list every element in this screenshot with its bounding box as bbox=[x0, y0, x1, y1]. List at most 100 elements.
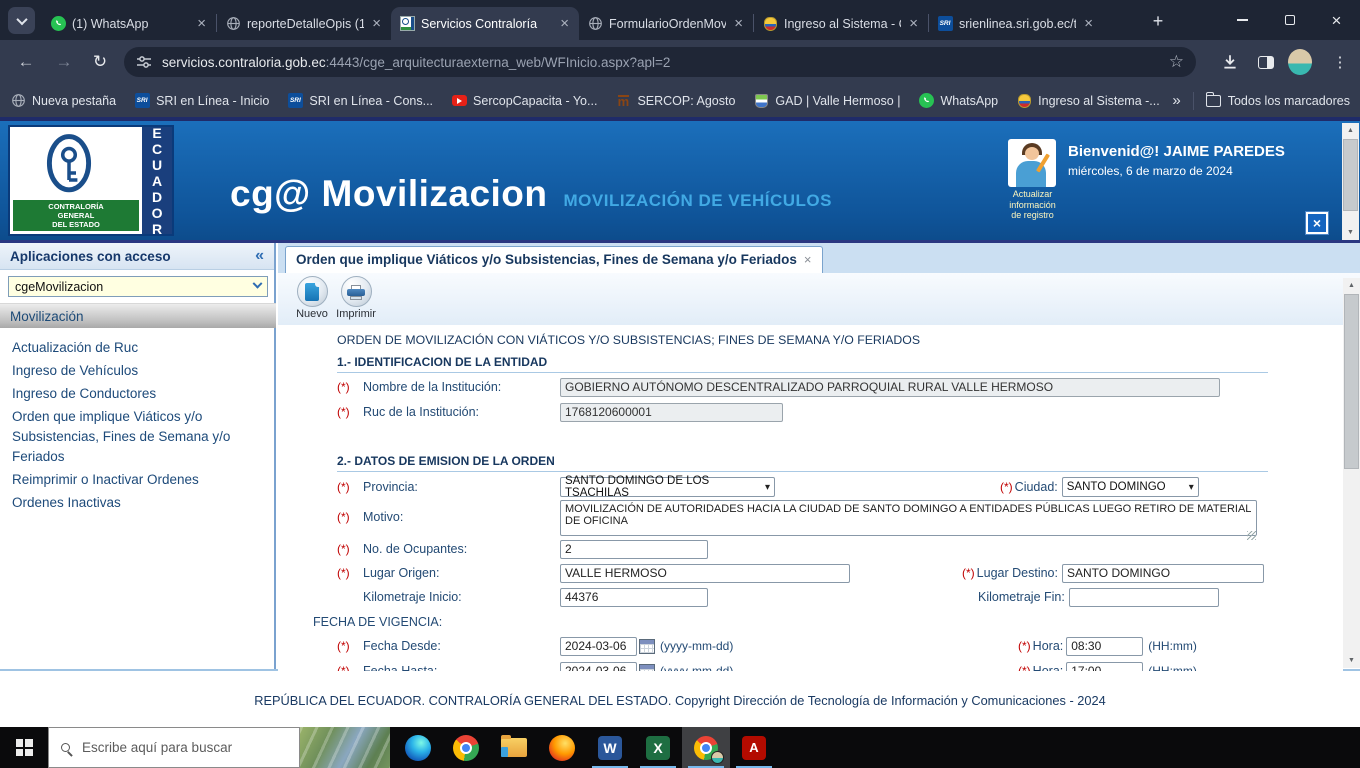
field-row-lugar-origen: (*) Lugar Origen: (*) Lugar Destino: bbox=[337, 563, 1323, 583]
scrollbar-thumb[interactable] bbox=[1344, 294, 1359, 469]
header-close-button[interactable]: × bbox=[1305, 211, 1329, 235]
lugar-destino-input[interactable] bbox=[1061, 563, 1264, 583]
hora-desde-input[interactable] bbox=[1066, 636, 1144, 656]
update-registration-avatar[interactable] bbox=[1008, 139, 1056, 187]
tab-search-button[interactable] bbox=[8, 7, 35, 34]
taskbar-acrobat[interactable]: A bbox=[730, 727, 778, 768]
sidebar-item-ingreso-vehiculos[interactable]: Ingreso de Vehículos bbox=[0, 361, 276, 381]
globe-icon bbox=[226, 17, 240, 30]
url-text: servicios.contraloria.gob.ec:4443/cge_ar… bbox=[162, 54, 671, 70]
scroll-down-arrow[interactable]: ▼ bbox=[1343, 653, 1360, 668]
window-close-button[interactable]: × bbox=[1313, 0, 1360, 40]
taskbar-search[interactable] bbox=[48, 727, 300, 768]
scrollbar-thumb[interactable] bbox=[1343, 139, 1358, 211]
required-marker: (*) bbox=[337, 542, 350, 556]
sidebar-collapse-button[interactable]: « bbox=[255, 247, 264, 265]
bookmark-ingreso-sistema[interactable]: Ingreso al Sistema -... bbox=[1016, 93, 1160, 109]
taskbar-word[interactable]: W bbox=[586, 727, 634, 768]
ecuador-coat-of-arms-favicon bbox=[1017, 93, 1031, 108]
sercop-icon: m bbox=[617, 93, 630, 109]
sidebar-item-ordenes-inactivas[interactable]: Ordenes Inactivas bbox=[0, 493, 276, 513]
bookmark-star-icon[interactable]: ☆ bbox=[1169, 52, 1184, 72]
print-button[interactable]: Imprimir bbox=[334, 276, 378, 325]
forward-button[interactable]: → bbox=[52, 50, 76, 74]
header-scrollbar[interactable]: ▲ ▼ bbox=[1342, 123, 1359, 240]
lugar-origen-input[interactable] bbox=[560, 563, 850, 583]
whatsapp-favicon bbox=[50, 16, 66, 31]
provincia-select[interactable]: SANTO DOMINGO DE LOS TSACHILAS ▾ bbox=[560, 475, 775, 499]
new-button[interactable]: Nuevo bbox=[290, 276, 334, 325]
window-minimize-button[interactable] bbox=[1219, 0, 1266, 40]
all-bookmarks-button[interactable]: Todos los marcadores bbox=[1206, 91, 1350, 109]
field-row-vigencia-label: FECHA DE VIGENCIA: bbox=[313, 612, 1323, 632]
kilometraje-fin-input[interactable] bbox=[1068, 587, 1219, 607]
browser-tab-sri[interactable]: SRI srienlinea.sri.gob.ec/t × bbox=[929, 7, 1103, 40]
browser-tab-ingreso-sistema[interactable]: Ingreso al Sistema - C × bbox=[754, 7, 928, 40]
scroll-down-arrow[interactable]: ▼ bbox=[1342, 225, 1359, 240]
kilometraje-inicio-input[interactable] bbox=[560, 587, 708, 607]
bookmark-whatsapp[interactable]: WhatsApp bbox=[918, 93, 998, 109]
taskbar-chrome-active[interactable] bbox=[682, 727, 730, 768]
calendar-icon[interactable] bbox=[639, 638, 655, 654]
browser-tab-whatsapp[interactable]: (1) WhatsApp × bbox=[42, 7, 216, 40]
tab-close-icon[interactable]: × bbox=[195, 16, 208, 31]
bookmark-gad-valle-hermoso[interactable]: GAD | Valle Hermoso | bbox=[753, 93, 900, 109]
bookmarks-overflow-button[interactable]: » bbox=[1172, 92, 1180, 109]
taskbar-firefox[interactable] bbox=[538, 727, 586, 768]
nombre-institucion-input[interactable] bbox=[560, 377, 1220, 397]
bookmark-sri-inicio[interactable]: SRI SRI en Línea - Inicio bbox=[134, 93, 269, 109]
downloads-button[interactable] bbox=[1218, 50, 1242, 74]
sidebar-item-actualizacion-ruc[interactable]: Actualización de Ruc bbox=[0, 338, 276, 358]
taskbar-excel[interactable]: X bbox=[634, 727, 682, 768]
tab-close-icon[interactable]: × bbox=[558, 16, 571, 31]
ocupantes-input[interactable] bbox=[560, 539, 708, 559]
new-tab-button[interactable]: + bbox=[1146, 9, 1170, 33]
address-bar[interactable]: servicios.contraloria.gob.ec:4443/cge_ar… bbox=[124, 47, 1196, 77]
bookmark-sri-consultas[interactable]: SRI SRI en Línea - Cons... bbox=[287, 93, 433, 109]
sidebar-item-ingreso-conductores[interactable]: Ingreso de Conductores bbox=[0, 384, 276, 404]
news-widget-thumbnail[interactable] bbox=[300, 727, 390, 768]
browser-tab-reporte[interactable]: reporteDetalleOpis (1 × bbox=[217, 7, 391, 40]
start-button[interactable] bbox=[0, 727, 48, 768]
required-marker: (*) bbox=[337, 639, 350, 653]
tab-close-icon[interactable]: × bbox=[370, 16, 383, 31]
taskbar-chrome[interactable] bbox=[442, 727, 490, 768]
motivo-textarea[interactable]: MOVILIZACIÓN DE AUTORIDADES HACIA LA CIU… bbox=[560, 500, 1257, 536]
browser-tab-formulario[interactable]: FormularioOrdenMov × bbox=[579, 7, 753, 40]
window-restore-button[interactable] bbox=[1266, 0, 1313, 40]
browser-tab-servicios-contraloria-active[interactable]: Servicios Contraloría × bbox=[391, 7, 579, 40]
content-scrollbar[interactable]: ▲ ▼ bbox=[1343, 278, 1360, 668]
fecha-desde-input[interactable] bbox=[560, 636, 637, 656]
sidebar-title: Aplicaciones con acceso bbox=[10, 248, 171, 264]
ciudad-select[interactable]: SANTO DOMINGO ▾ bbox=[1061, 477, 1199, 497]
section-1-heading: 1.- IDENTIFICACION DE LA ENTIDAD bbox=[337, 355, 548, 369]
sidebar-item-reimprimir-inactivar[interactable]: Reimprimir o Inactivar Ordenes bbox=[0, 470, 276, 490]
taskbar-edge[interactable] bbox=[394, 727, 442, 768]
tab-close-icon[interactable]: × bbox=[907, 16, 920, 31]
scroll-up-arrow[interactable]: ▲ bbox=[1343, 278, 1360, 293]
content-tab-close-icon[interactable]: × bbox=[804, 252, 812, 267]
word-icon: W bbox=[598, 735, 622, 760]
content-tab-orden[interactable]: Orden que implique Viáticos y/o Subsiste… bbox=[285, 246, 823, 274]
ruc-institucion-input[interactable] bbox=[560, 402, 783, 422]
browser-menu-button[interactable]: ⋮ bbox=[1328, 50, 1352, 74]
hora-hasta-input[interactable] bbox=[1066, 661, 1144, 671]
fecha-hasta-input[interactable] bbox=[560, 661, 637, 671]
bookmark-sercop[interactable]: m SERCOP: Agosto bbox=[615, 93, 735, 109]
profile-avatar[interactable] bbox=[1288, 49, 1312, 75]
tab-close-icon[interactable]: × bbox=[732, 16, 745, 31]
required-marker: (*) bbox=[337, 380, 350, 394]
taskbar-search-input[interactable] bbox=[82, 740, 272, 755]
bookmark-sercopcapacita[interactable]: SercopCapacita - Yo... bbox=[451, 93, 597, 109]
tab-close-icon[interactable]: × bbox=[1082, 16, 1095, 31]
sidebar-item-orden-viaticos[interactable]: Orden que implique Viáticos y/o Subsiste… bbox=[0, 407, 276, 467]
side-panel-button[interactable] bbox=[1254, 50, 1278, 74]
application-select[interactable]: cgeMovilizacion bbox=[8, 276, 268, 297]
reload-button[interactable]: ↻ bbox=[88, 50, 112, 74]
bookmark-nueva-pestana[interactable]: Nueva pestaña bbox=[10, 93, 116, 109]
app-subtitle: MOVILIZACIÓN DE VEHÍCULOS bbox=[563, 191, 832, 210]
calendar-icon[interactable] bbox=[639, 663, 655, 671]
back-button[interactable]: ← bbox=[14, 50, 38, 74]
scroll-up-arrow[interactable]: ▲ bbox=[1342, 123, 1359, 138]
taskbar-file-explorer[interactable] bbox=[490, 727, 538, 768]
